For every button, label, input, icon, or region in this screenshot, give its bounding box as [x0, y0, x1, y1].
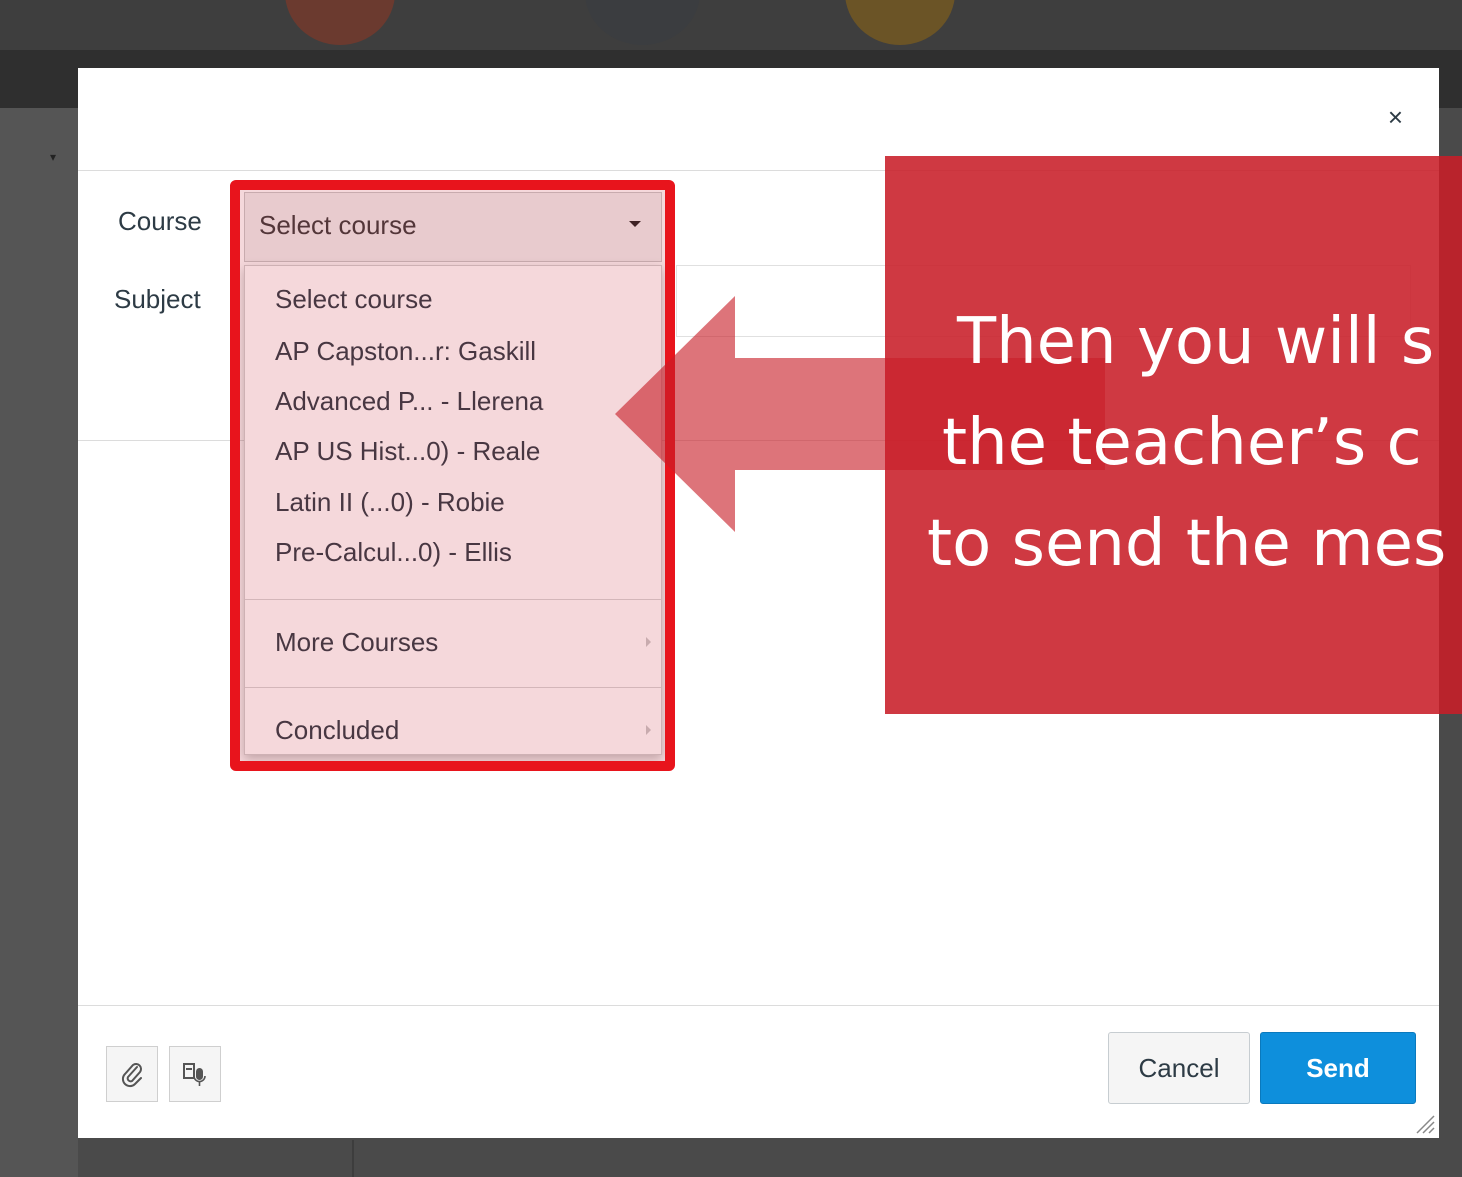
- record-media-icon: [183, 1063, 206, 1086]
- callout-text: Then you will s the teacher’s c to send …: [927, 292, 1462, 595]
- highlight-frame: [230, 180, 675, 771]
- background-caret-icon: ▾: [50, 150, 57, 164]
- callout-line: to send the mes: [927, 507, 1447, 581]
- record-media-button[interactable]: [169, 1046, 221, 1102]
- background-divider: [352, 1140, 354, 1177]
- paperclip-icon: [121, 1063, 142, 1088]
- background-header: [0, 0, 1462, 50]
- send-button[interactable]: Send: [1260, 1032, 1416, 1104]
- cancel-button[interactable]: Cancel: [1108, 1032, 1250, 1104]
- background-sidebar: [0, 108, 78, 1177]
- instruction-callout: Then you will s the teacher’s c to send …: [885, 156, 1462, 714]
- attach-file-button[interactable]: [106, 1046, 158, 1102]
- close-icon[interactable]: ×: [1388, 104, 1403, 130]
- course-label: Course: [118, 206, 202, 236]
- callout-line: the teacher’s c: [942, 406, 1422, 480]
- subject-label: Subject: [114, 284, 201, 314]
- resize-handle-icon[interactable]: [1413, 1112, 1435, 1134]
- footer-divider: [78, 1005, 1439, 1006]
- callout-line: Then you will s: [957, 305, 1435, 379]
